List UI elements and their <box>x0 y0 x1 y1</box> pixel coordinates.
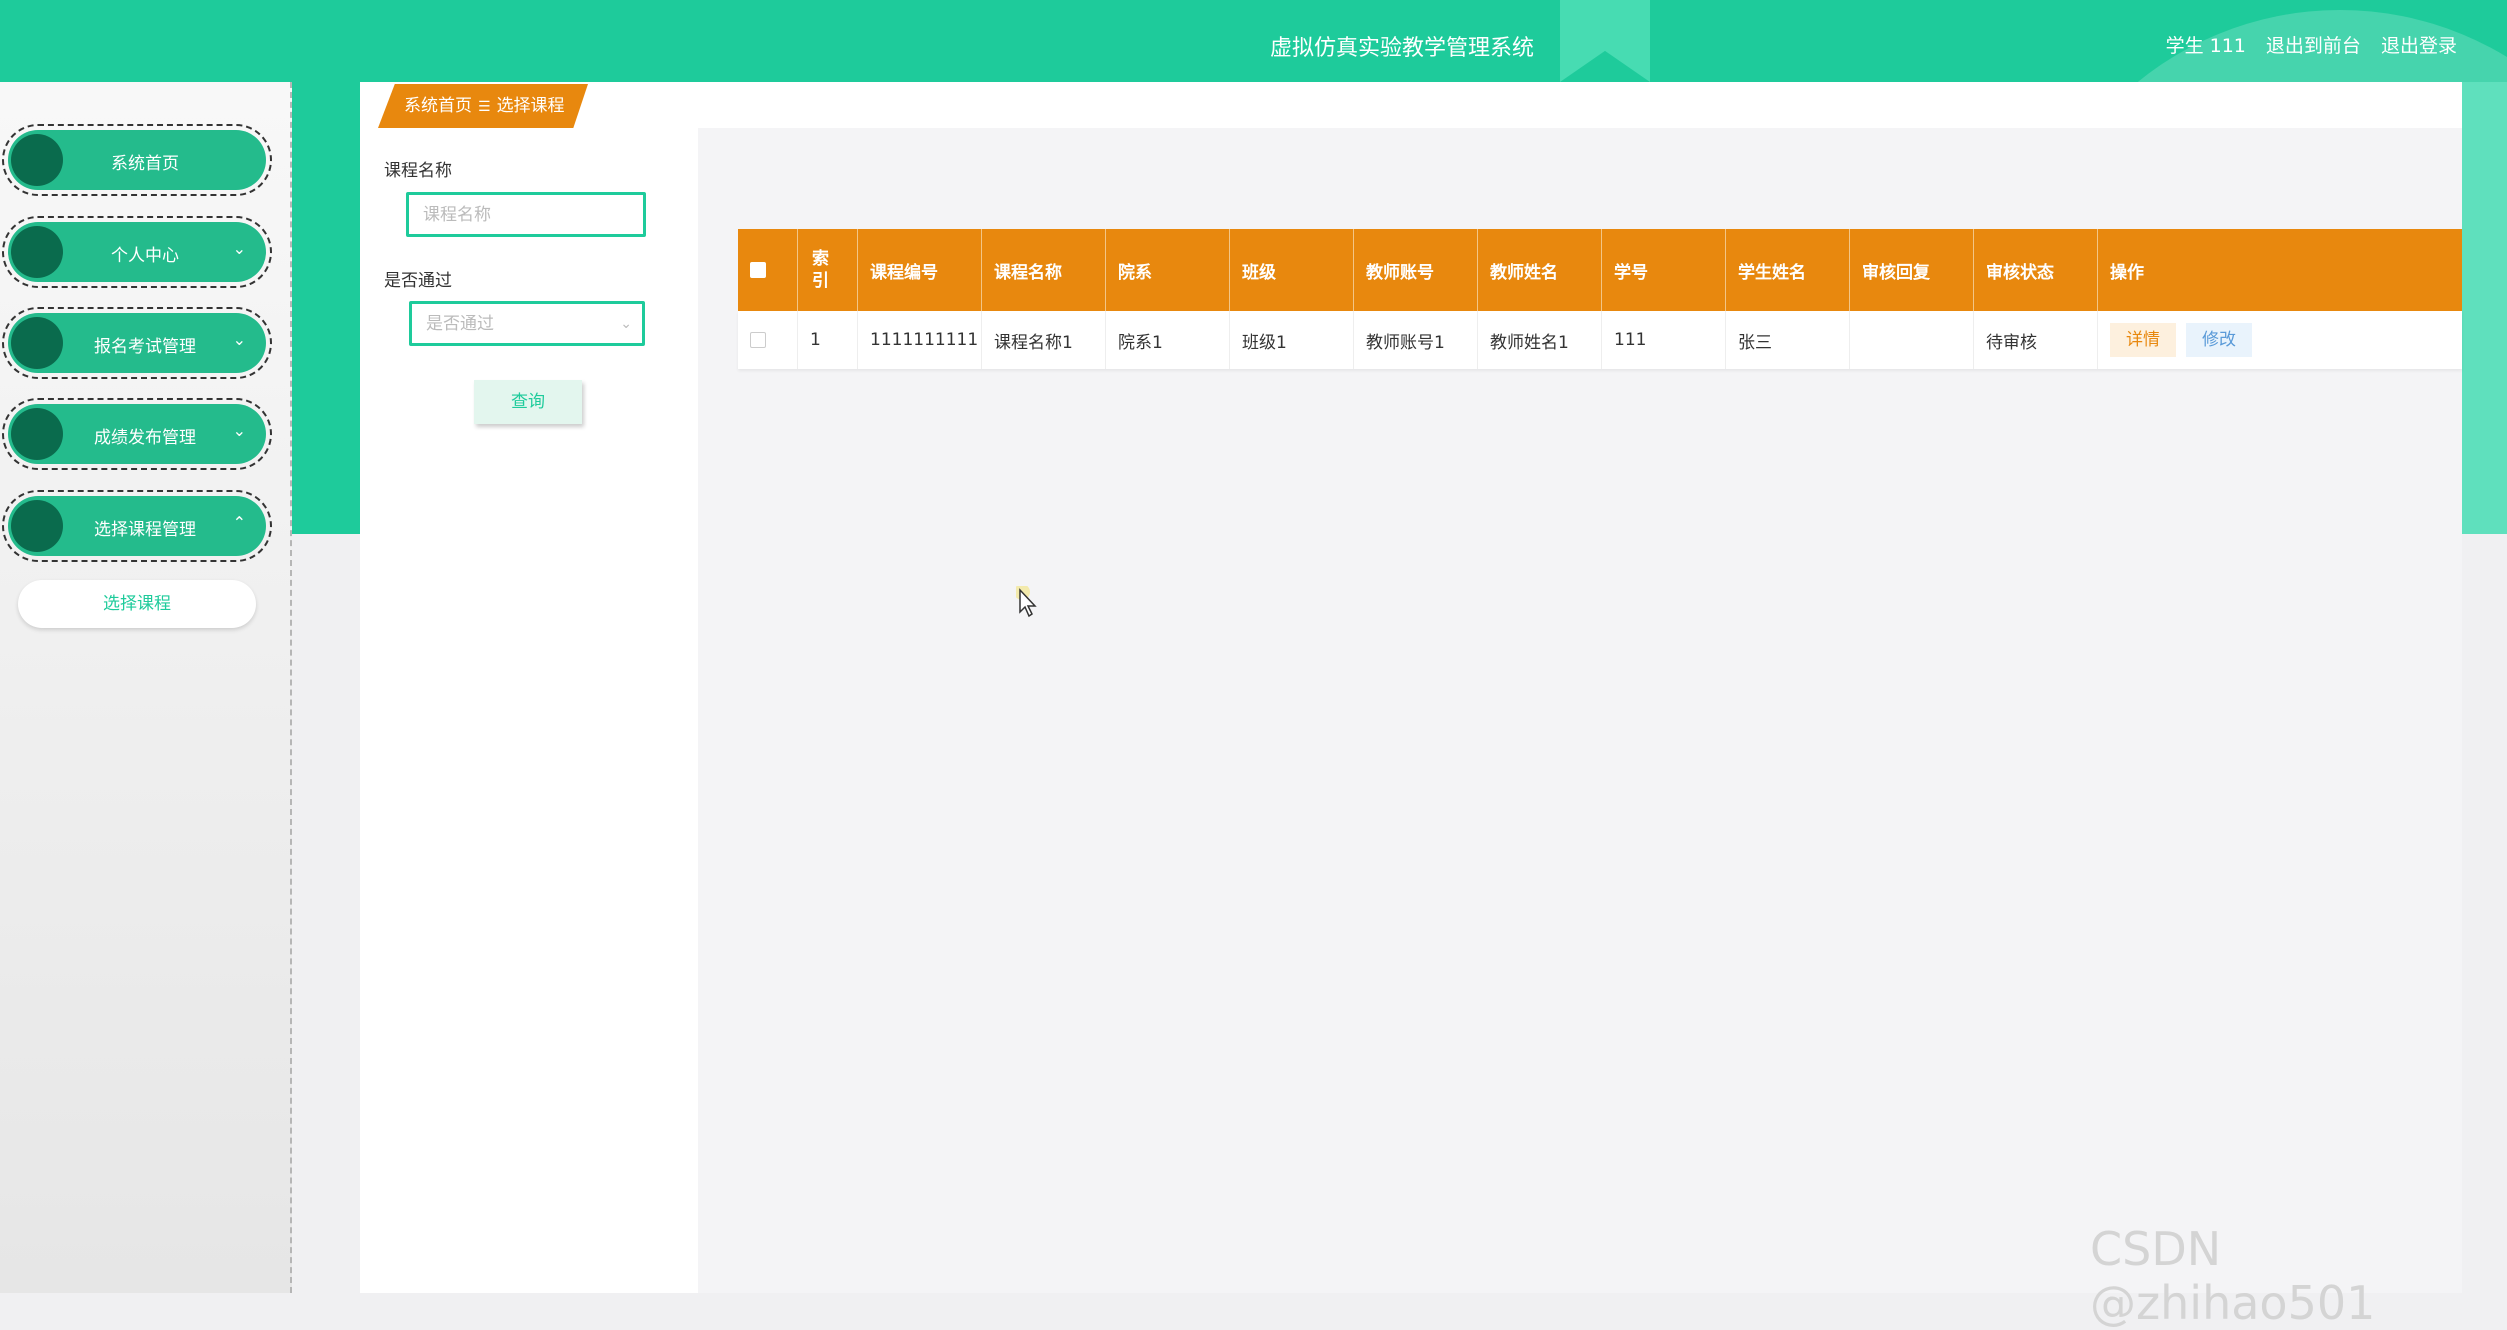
menu-circle-icon <box>11 408 63 460</box>
breadcrumb-home[interactable]: 系统首页 <box>404 96 472 116</box>
sidebar-item-label: 选择课程管理 <box>94 520 196 540</box>
header-links: 学生 111 退出到前台 退出登录 <box>2152 31 2457 58</box>
header-teacher-name: 教师姓名 <box>1478 229 1602 311</box>
sidebar: 系统首页 个人中心 ⌄ 报名考试管理 ⌄ 成绩发布管理 ⌄ 选择课程管理 ⌃ 选… <box>0 82 292 1293</box>
header-course-code: 课程编号 <box>858 229 982 311</box>
course-name-placeholder: 课程名称 <box>423 205 491 225</box>
header-student-name: 学生姓名 <box>1726 229 1850 311</box>
app-title: 虚拟仿真实验教学管理系统 <box>1270 36 1535 61</box>
breadcrumb-current: 选择课程 <box>496 96 565 116</box>
header-course-name: 课程名称 <box>982 229 1106 311</box>
header-review-reply: 审核回复 <box>1850 229 1974 311</box>
chevron-down-icon: ⌄ <box>232 421 246 440</box>
header-teacher-account: 教师账号 <box>1354 229 1478 311</box>
header-student-id: 学号 <box>1602 229 1726 311</box>
cell-student-name: 张三 <box>1726 311 1850 369</box>
panel-top-strip <box>698 82 2462 128</box>
menu-circle-icon <box>11 500 63 552</box>
course-name-label: 课程名称 <box>384 161 452 181</box>
table-row: 1 1111111111 课程名称1 院系1 班级1 教师账号1 教师姓名1 1… <box>738 311 2462 369</box>
sidebar-item-label: 报名考试管理 <box>94 337 196 357</box>
breadcrumb-separator-icon: ☰ <box>478 99 491 115</box>
breadcrumb: 系统首页 ☰ 选择课程 <box>378 84 588 128</box>
user-info: 学生 111 <box>2165 35 2246 57</box>
row-select-cell[interactable] <box>738 311 798 369</box>
cell-teacher-name: 教师姓名1 <box>1478 311 1602 369</box>
cell-review-status: 待审核 <box>1974 311 2098 369</box>
passed-placeholder: 是否通过 <box>426 314 494 334</box>
select-all-checkbox[interactable] <box>750 262 766 278</box>
cell-teacher-account: 教师账号1 <box>1354 311 1478 369</box>
background-band-edge <box>2462 82 2507 534</box>
mouse-cursor-icon <box>1016 586 1037 618</box>
cell-course-name: 课程名称1 <box>982 311 1106 369</box>
header-index: 索引 <box>798 229 858 311</box>
top-header: 虚拟仿真实验教学管理系统 学生 111 退出到前台 退出登录 <box>0 0 2507 82</box>
sidebar-item-grade-publish[interactable]: 成绩发布管理 ⌄ <box>2 398 272 470</box>
header-class: 班级 <box>1230 229 1354 311</box>
sidebar-item-label: 成绩发布管理 <box>94 428 196 448</box>
row-checkbox[interactable] <box>750 332 766 348</box>
sidebar-item-label: 个人中心 <box>111 246 179 266</box>
cell-index: 1 <box>798 311 858 369</box>
edit-button[interactable]: 修改 <box>2186 323 2252 357</box>
detail-button[interactable]: 详情 <box>2110 323 2176 357</box>
chevron-down-icon: ⌄ <box>620 316 632 332</box>
query-button[interactable]: 查询 <box>474 380 582 424</box>
cell-actions: 详情 修改 <box>2098 311 2462 369</box>
watermark: CSDN @zhihao501 <box>2090 1222 2376 1330</box>
course-name-input[interactable]: 课程名称 <box>406 192 646 237</box>
search-panel: 系统首页 ☰ 选择课程 课程名称 课程名称 是否通过 是否通过 ⌄ 查询 <box>360 82 698 1293</box>
sidebar-item-personal-center[interactable]: 个人中心 ⌄ <box>2 216 272 288</box>
cell-student-id: 111 <box>1602 311 1726 369</box>
menu-circle-icon <box>11 226 63 278</box>
sidebar-item-exam-registration[interactable]: 报名考试管理 ⌄ <box>2 307 272 379</box>
bookmark-decoration <box>1560 0 1650 82</box>
logout-link[interactable]: 退出登录 <box>2381 35 2457 57</box>
cell-review-reply <box>1850 311 1974 369</box>
chevron-up-icon: ⌃ <box>232 513 246 532</box>
chevron-down-icon: ⌄ <box>232 330 246 349</box>
menu-circle-icon <box>11 134 63 186</box>
cell-course-code: 1111111111 <box>858 311 982 369</box>
header-review-status: 审核状态 <box>1974 229 2098 311</box>
sidebar-item-course-selection[interactable]: 选择课程管理 ⌃ <box>2 490 272 562</box>
chevron-down-icon: ⌄ <box>232 239 246 258</box>
sidebar-item-home[interactable]: 系统首页 <box>2 124 272 196</box>
course-table: 索引 课程编号 课程名称 院系 班级 教师账号 教师姓名 学号 学生姓名 审核回… <box>738 229 2462 369</box>
header-actions: 操作 <box>2110 262 2144 283</box>
select-all-cell[interactable] <box>738 229 798 311</box>
menu-circle-icon <box>11 317 63 369</box>
cell-class: 班级1 <box>1230 311 1354 369</box>
header-department: 院系 <box>1106 229 1230 311</box>
cell-department: 院系1 <box>1106 311 1230 369</box>
passed-label: 是否通过 <box>384 271 452 291</box>
passed-select[interactable]: 是否通过 ⌄ <box>409 301 645 346</box>
submenu-item-select-course[interactable]: 选择课程 <box>18 580 256 628</box>
sidebar-item-label: 系统首页 <box>111 154 179 174</box>
back-to-front-link[interactable]: 退出到前台 <box>2266 35 2361 57</box>
table-header: 索引 课程编号 课程名称 院系 班级 教师账号 教师姓名 学号 学生姓名 审核回… <box>738 229 2462 311</box>
